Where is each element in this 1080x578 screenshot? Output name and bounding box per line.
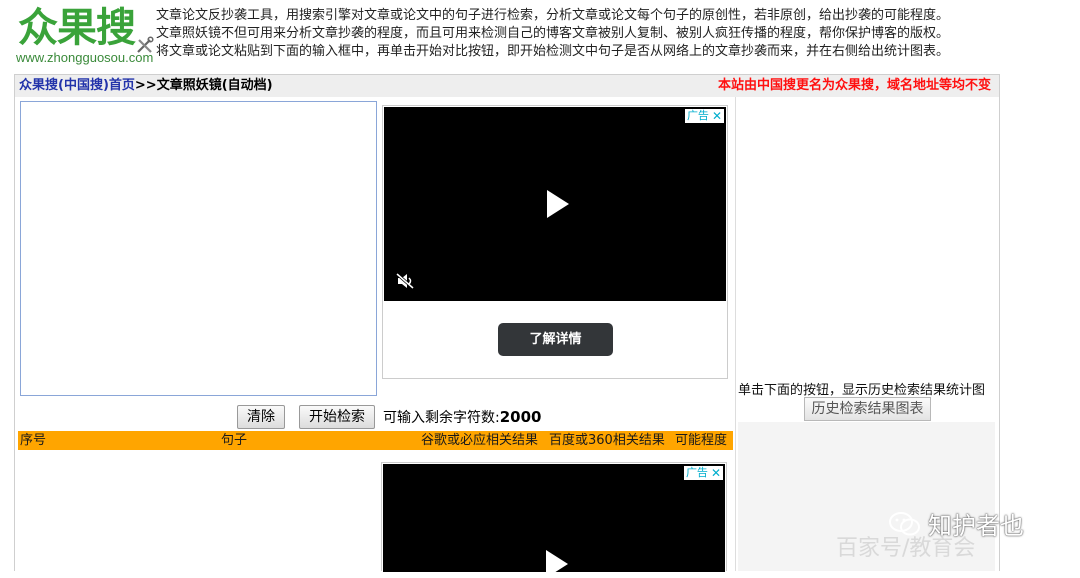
- nav-bar: 众果搜(中国搜)首页>>文章照妖镜(自动档) 本站由中国搜更名为众果搜，域名地址…: [15, 75, 999, 97]
- play-icon[interactable]: [547, 190, 569, 218]
- col-index: 序号: [20, 433, 47, 448]
- results-table-header: 序号 句子 谷歌或必应相关结果 百度或360相关结果 可能程度: [18, 431, 733, 450]
- logo-text: 众果搜: [18, 5, 136, 51]
- remaining-label: 可输入剩余字符数:: [383, 410, 500, 426]
- breadcrumb: 众果搜(中国搜)首页>>文章照妖镜(自动档): [19, 75, 273, 97]
- ad-badge[interactable]: 广告 ✕: [684, 109, 724, 123]
- ad-label: 广告: [686, 109, 709, 122]
- logo-url: www.zhongguosou.com: [16, 50, 154, 65]
- learn-more-button[interactable]: 了解详情: [498, 323, 613, 356]
- ad-badge[interactable]: 广告 ✕: [683, 466, 723, 480]
- breadcrumb-current: 文章照妖镜(自动档): [156, 78, 273, 93]
- input-controls: 清除 开始检索 可输入剩余字符数:2000: [237, 404, 541, 430]
- intro-text: 文章论文反抄袭工具，用搜索引擎对文章或论文中的句子进行检索，分析文章或论文每个句…: [156, 7, 1076, 61]
- col-sentence: 句子: [221, 433, 248, 448]
- tools-icon: [137, 36, 154, 53]
- breadcrumb-home-link[interactable]: 众果搜(中国搜)首页: [19, 78, 135, 93]
- ad-label: 广告: [685, 466, 708, 479]
- article-input[interactable]: [20, 101, 377, 396]
- rename-notice: 本站由中国搜更名为众果搜，域名地址等均不变: [717, 78, 991, 93]
- clear-button[interactable]: 清除: [237, 405, 285, 429]
- ad-close-icon[interactable]: ✕: [711, 466, 721, 480]
- col-google-bing: 谷歌或必应相关结果: [421, 433, 539, 448]
- ad-close-icon[interactable]: ✕: [712, 109, 722, 123]
- video-ad[interactable]: 广告 ✕ 了解详情: [382, 105, 728, 379]
- history-hint: 单击下面的按钮，显示历史检索结果统计图: [738, 383, 986, 398]
- intro-line: 文章论文反抄袭工具，用搜索引擎对文章或论文中的句子进行检索，分析文章或论文每个句…: [156, 8, 950, 23]
- remaining-chars: 可输入剩余字符数:2000: [383, 407, 541, 427]
- site-logo[interactable]: 众果搜 www.zhongguosou.com: [14, 6, 154, 68]
- breadcrumb-separator: >>: [134, 78, 157, 93]
- video-ad-2[interactable]: 广告 ✕: [381, 462, 727, 578]
- mute-icon[interactable]: [396, 273, 416, 289]
- remaining-count: 2000: [499, 408, 542, 426]
- intro-line: 文章照妖镜不但可用来分析文章抄袭的程度，而且可用来检测自己的博客文章被别人复制、…: [156, 26, 950, 41]
- ad-video-player-2[interactable]: 广告 ✕: [383, 464, 725, 578]
- start-search-button[interactable]: 开始检索: [299, 405, 375, 429]
- ad-video-player[interactable]: 广告 ✕: [384, 107, 726, 301]
- col-likelihood: 可能程度: [675, 433, 728, 448]
- history-chart-button[interactable]: 历史检索结果图表: [804, 397, 931, 421]
- watermark-sub: 百家号/教育会: [836, 536, 976, 561]
- play-icon[interactable]: [546, 550, 568, 578]
- col-baidu-360: 百度或360相关结果: [549, 433, 665, 448]
- intro-line: 将文章或论文粘贴到下面的输入框中，再单击开始对比按钮，即开始检测文中句子是否从网…: [156, 44, 950, 59]
